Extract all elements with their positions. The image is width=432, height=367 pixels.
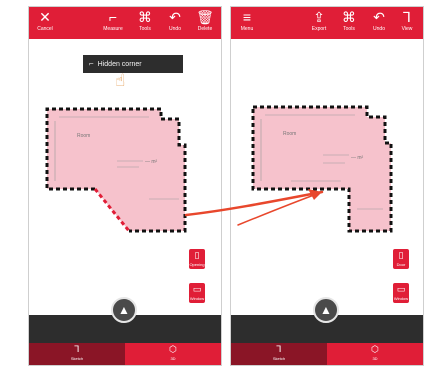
bottom-nav: ⅂ Sketch ⬡ 3D [29, 343, 221, 365]
compass-button[interactable]: ▲ [111, 297, 137, 323]
phone-screen-after: ≡ Menu ⇪ Export ⌘ Tools ↶ Undo ⅂ View Ro… [230, 6, 424, 366]
tab-sketch[interactable]: ⅂ Sketch [231, 343, 327, 365]
view-button[interactable]: ⅂ View [393, 8, 421, 33]
window-button[interactable]: ▭ Window [189, 283, 205, 303]
compass-icon: ▲ [118, 303, 130, 317]
menu-button[interactable]: ≡ Menu [233, 8, 261, 33]
opening-button[interactable]: ▯ Opening [189, 249, 205, 269]
undo-button[interactable]: ↶ Undo [365, 8, 393, 33]
phone-screen-before: ✕ Cancel ⌐ Measure ⌘ Tools ↶ Undo 🗑 Dele… [28, 6, 222, 366]
hidden-corner-icon: ⌐ [89, 59, 94, 68]
tools-icon: ⌘ [138, 9, 152, 25]
undo-button[interactable]: ↶ Undo [161, 8, 189, 33]
delete-button[interactable]: 🗑 Delete [191, 8, 219, 33]
compass-button[interactable]: ▲ [313, 297, 339, 323]
area-label: — m² [351, 155, 364, 161]
export-button[interactable]: ⇪ Export [305, 8, 333, 33]
export-icon: ⇪ [313, 9, 325, 25]
door-button[interactable]: ▯ Door [393, 249, 409, 269]
floorplan-canvas[interactable]: Room — m² ▯ Door ▭ Window [231, 39, 423, 315]
undo-label: Undo [169, 26, 181, 32]
door-icon: ▯ [194, 250, 200, 260]
trash-icon: 🗑 [196, 9, 214, 25]
bottom-nav: ⅂ Sketch ⬡ 3D [231, 343, 423, 365]
undo-icon: ↶ [169, 9, 181, 25]
cancel-button[interactable]: ✕ Cancel [31, 8, 59, 33]
sketch-icon: ⅂ [276, 344, 282, 354]
room-label: Room [77, 133, 90, 139]
tools-label: Tools [139, 26, 151, 32]
measure-icon: ⌐ [108, 9, 118, 25]
door-icon: ▯ [398, 250, 404, 260]
window-icon: ▭ [192, 284, 202, 294]
tools-label: Tools [343, 26, 355, 32]
delete-label: Delete [197, 26, 213, 32]
tab-3d-label: 3D [372, 356, 378, 361]
view-label: View [401, 26, 413, 32]
tab-3d-label: 3D [170, 356, 176, 361]
tab-sketch[interactable]: ⅂ Sketch [29, 343, 125, 365]
floorplan-drawing: Room — m² [251, 105, 393, 233]
menu-label: Menu [240, 26, 254, 32]
undo-icon: ↶ [373, 9, 385, 25]
hidden-corner-menu-item[interactable]: ⌐ Hidden corner [83, 55, 183, 73]
window-label: Window [189, 296, 205, 301]
measure-button[interactable]: ⌐ Measure [99, 8, 127, 33]
opening-label: Opening [189, 262, 205, 267]
tools-button[interactable]: ⌘ Tools [335, 8, 363, 33]
top-toolbar: ✕ Cancel ⌐ Measure ⌘ Tools ↶ Undo 🗑 Dele… [29, 7, 221, 39]
tab-3d[interactable]: ⬡ 3D [125, 343, 221, 365]
3d-icon: ⬡ [169, 344, 177, 354]
3d-icon: ⬡ [371, 344, 379, 354]
menu-icon: ≡ [242, 9, 252, 25]
tab-sketch-label: Sketch [70, 356, 84, 361]
view-icon: ⅂ [403, 9, 411, 25]
sketch-icon: ⅂ [74, 344, 80, 354]
tools-button[interactable]: ⌘ Tools [131, 8, 159, 33]
undo-label: Undo [373, 26, 385, 32]
measure-label: Measure [103, 26, 123, 32]
room-label: Room [283, 131, 296, 137]
close-icon: ✕ [39, 9, 51, 25]
compass-icon: ▲ [320, 303, 332, 317]
top-toolbar: ≡ Menu ⇪ Export ⌘ Tools ↶ Undo ⅂ View [231, 7, 423, 39]
window-label: Window [393, 296, 409, 301]
tab-3d[interactable]: ⬡ 3D [327, 343, 423, 365]
room-shape[interactable] [253, 107, 391, 231]
export-label: Export [311, 26, 327, 32]
area-label: — m² [145, 159, 158, 165]
tab-sketch-label: Sketch [272, 356, 286, 361]
door-label: Door [396, 262, 406, 267]
tools-icon: ⌘ [342, 9, 356, 25]
cancel-label: Cancel [37, 26, 53, 32]
window-icon: ▭ [396, 284, 406, 294]
tap-hand-icon: ☝ [115, 71, 126, 90]
window-button[interactable]: ▭ Window [393, 283, 409, 303]
hidden-corner-label: Hidden corner [97, 61, 142, 68]
floorplan-canvas[interactable]: Room — m² ⌐ Hidden corner ☝ ▯ Opening ▭ W… [29, 39, 221, 315]
